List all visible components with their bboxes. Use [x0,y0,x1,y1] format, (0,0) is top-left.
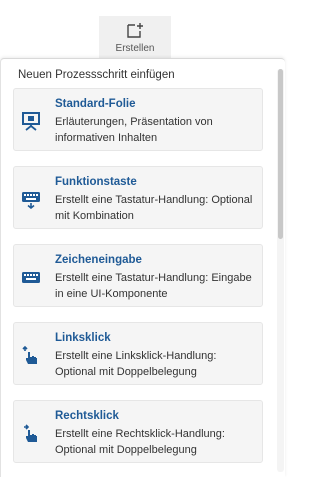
step-option-description: Erstellt eine Tastatur-Handlung: Optiona… [55,194,253,222]
step-option-title: Standard-Folie [55,98,136,110]
create-button[interactable]: Erstellen [99,16,171,58]
left-click-hand-icon [20,344,42,366]
step-option-standard-slide[interactable]: Standard-Folie Erläuterungen, Präsentati… [13,88,263,151]
scrollbar-thumb[interactable] [278,69,283,239]
insert-step-panel: Neuen Prozessschritt einfügen Standard-F… [0,58,285,477]
step-option-description: Erstellt eine Tastatur-Handlung: Eingabe… [55,272,252,300]
step-option-title: Linksklick [55,332,111,344]
add-slide-icon [127,23,143,38]
step-option-text-input[interactable]: Zeicheneingabe Erstellt eine Tastatur-Ha… [13,244,263,307]
keyboard-icon [20,266,42,288]
step-option-description: Erstellt eine Rechtsklick-Handlung: Opti… [55,428,225,456]
step-option-description: Erläuterungen, Präsentation von informat… [55,116,213,144]
create-button-label: Erstellen [115,43,155,54]
step-option-function-key[interactable]: Funktionstaste Erstellt eine Tastatur-Ha… [13,166,263,229]
panel-title: Neuen Prozessschritt einfügen [18,69,175,81]
toolbar: Erstellen [0,0,285,58]
presentation-icon [20,110,42,132]
step-option-right-click[interactable]: Rechtsklick Erstellt eine Rechtsklick-Ha… [13,400,263,463]
step-option-title: Zeicheneingabe [55,254,142,266]
right-click-hand-icon [20,422,42,444]
step-option-title: Funktionstaste [55,176,137,188]
step-option-description: Erstellt eine Linksklick-Handlung: Optio… [55,350,217,378]
keyboard-key-icon [20,188,42,210]
step-option-title: Rechtsklick [55,410,119,422]
step-option-left-click[interactable]: Linksklick Erstellt eine Linksklick-Hand… [13,322,263,385]
